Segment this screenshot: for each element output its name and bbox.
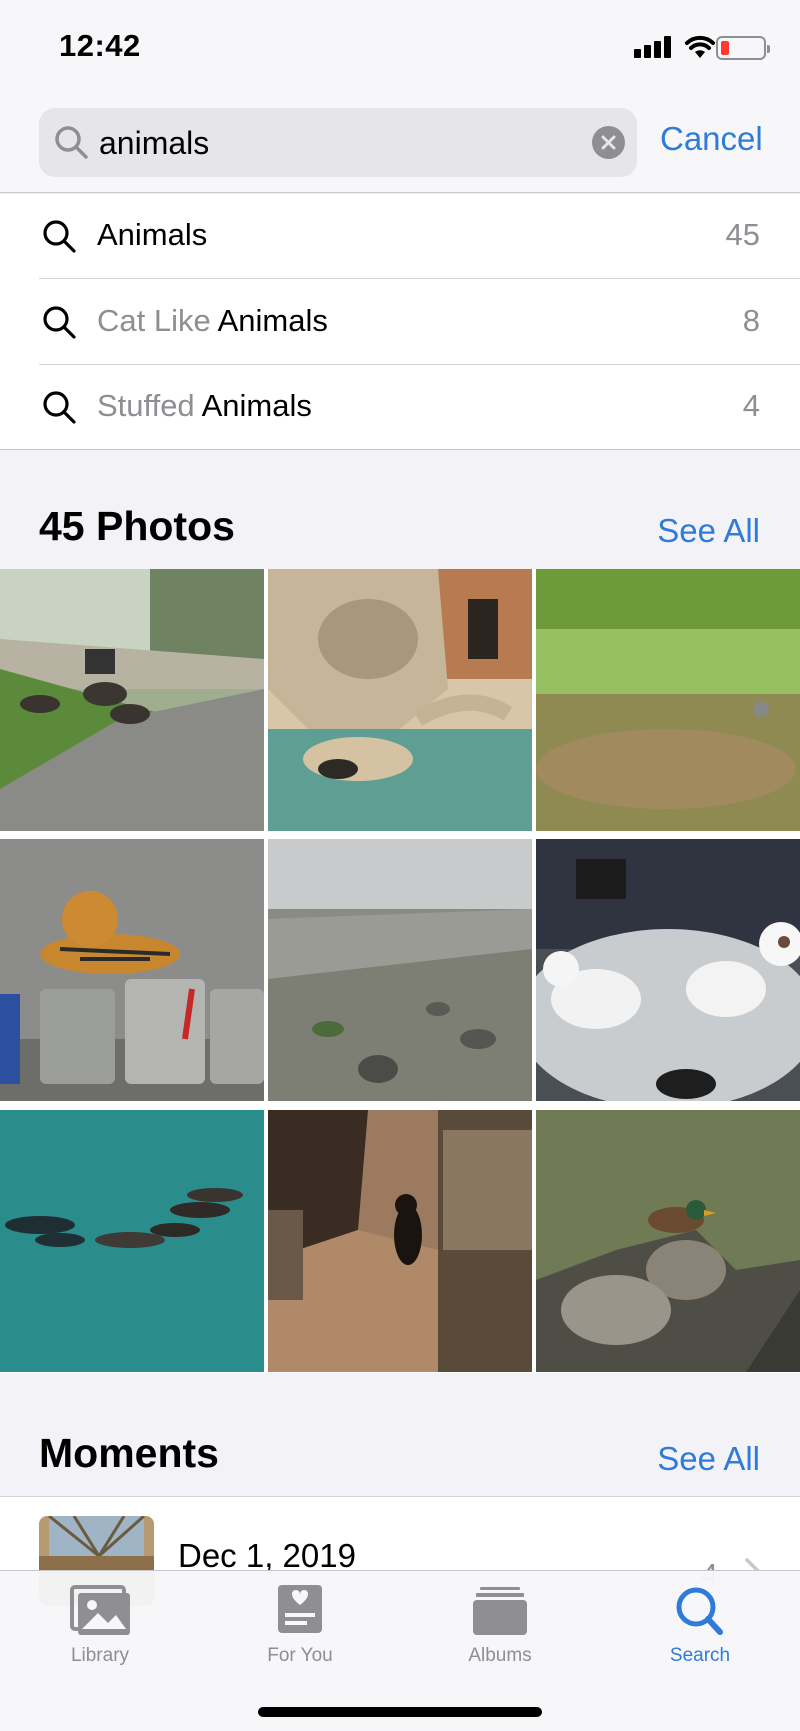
home-indicator[interactable] (258, 1707, 542, 1717)
photo-cat-in-dark-room[interactable] (268, 1110, 532, 1372)
search-icon (43, 391, 76, 424)
photo-turkeys-by-road[interactable] (0, 569, 264, 831)
photo-library-icon (70, 1585, 130, 1635)
for-you-icon (278, 1585, 322, 1633)
suggestion-label: Animals (97, 217, 208, 252)
wifi-icon (685, 35, 715, 58)
photo-fountain-statue[interactable] (268, 569, 532, 831)
battery-level (721, 41, 729, 55)
photo-robot-dogs[interactable] (536, 839, 800, 1101)
header: 12:42 Cancel (0, 0, 800, 193)
suggestion-label: Stuffed Animals (97, 388, 312, 423)
photo-duck-on-rock[interactable] (536, 1110, 800, 1372)
photo-rocky-shoreline[interactable] (268, 839, 532, 1101)
search-icon (676, 1587, 723, 1635)
photo-pond-with-grass[interactable] (536, 569, 800, 831)
search-icon (43, 306, 76, 339)
photos-section-title: 45 Photos (39, 503, 235, 549)
photo-grid (0, 569, 800, 1373)
tab-for-you[interactable]: For You (220, 1585, 380, 1667)
albums-icon (473, 1587, 527, 1635)
suggestion-cat-like-animals[interactable]: Cat Like Animals 8 (0, 280, 800, 365)
tab-label: For You (267, 1645, 333, 1666)
tab-label: Search (669, 1645, 731, 1666)
tab-label: Library (70, 1645, 130, 1666)
suggestion-animals[interactable]: Animals 45 (0, 194, 800, 279)
search-input[interactable] (99, 118, 569, 168)
battery-icon (716, 36, 770, 60)
search-icon (43, 220, 76, 253)
clear-search-button[interactable] (592, 126, 625, 159)
tab-albums[interactable]: Albums (420, 1585, 580, 1667)
tab-label: Albums (468, 1645, 532, 1666)
suggestion-label: Cat Like Animals (97, 303, 328, 338)
tab-library[interactable]: Library (20, 1585, 180, 1667)
suggestion-stuffed-animals[interactable]: Stuffed Animals 4 (0, 365, 800, 450)
divider (39, 278, 800, 279)
photos-see-all-button[interactable]: See All (657, 512, 760, 550)
tab-search[interactable]: Search (620, 1585, 780, 1667)
photo-sea-lions-swimming[interactable] (0, 1110, 264, 1372)
cellular-signal-icon (634, 36, 674, 58)
suggestion-count: 4 (742, 388, 760, 423)
moments-section-title: Moments (39, 1430, 219, 1476)
status-time: 12:42 (59, 28, 141, 63)
close-icon (601, 135, 616, 150)
search-field[interactable] (39, 108, 637, 177)
suggestion-count: 45 (725, 217, 760, 252)
moments-see-all-button[interactable]: See All (657, 1440, 760, 1478)
search-suggestions: Animals 45 Cat Like Animals 8 Stuffed An… (0, 194, 800, 450)
photo-stuffed-tiger-on-trash-cans[interactable] (0, 839, 264, 1101)
search-icon (55, 126, 88, 159)
cancel-button[interactable]: Cancel (660, 120, 763, 158)
suggestion-count: 8 (742, 303, 760, 338)
